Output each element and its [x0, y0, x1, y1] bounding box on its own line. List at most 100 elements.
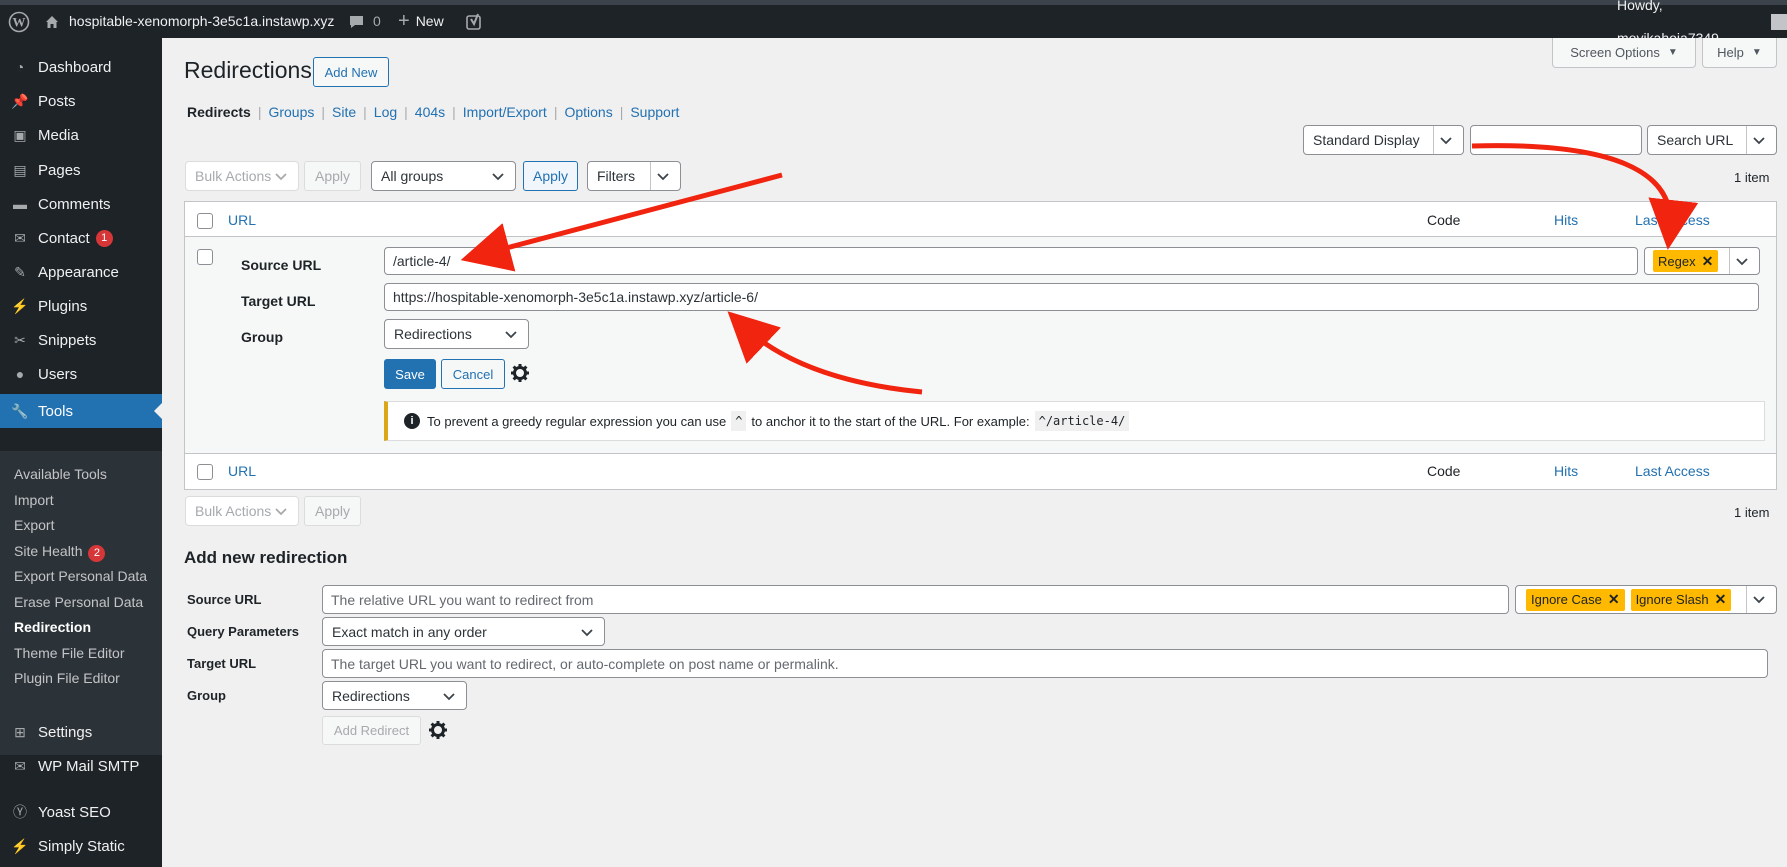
home-icon	[46, 15, 58, 28]
submenu-item-import[interactable]: Import	[14, 489, 54, 511]
bolt-icon: ⚡	[11, 837, 29, 854]
new-group-select[interactable]: Redirections	[322, 681, 467, 710]
sidebar-item-yoast-seo[interactable]: Ⓨ Yoast SEO	[0, 795, 162, 829]
notification-badge: 2	[88, 545, 106, 562]
select-all-checkbox[interactable]	[197, 213, 213, 229]
submenu-item-export[interactable]: Export	[14, 514, 54, 536]
bulk-actions-select-bottom[interactable]: Bulk Actions	[185, 496, 299, 526]
subnav-site[interactable]: Site	[332, 104, 356, 120]
subnav-support[interactable]: Support	[630, 104, 679, 120]
subnav-options[interactable]: Options	[564, 104, 612, 120]
save-button[interactable]: Save	[384, 359, 436, 389]
group-apply-button[interactable]: Apply	[523, 161, 578, 191]
sidebar-item-settings[interactable]: ⊞ Settings	[0, 715, 162, 749]
group-filter-select[interactable]: All groups	[371, 161, 516, 191]
column-url-footer[interactable]: URL	[228, 463, 256, 479]
column-hits-footer[interactable]: Hits	[1554, 463, 1578, 479]
submenu-item-export-personal-data[interactable]: Export Personal Data	[14, 565, 147, 587]
chevron-down-icon	[1736, 258, 1748, 266]
group-select[interactable]: Redirections	[384, 319, 529, 349]
subnav-redirects[interactable]: Redirects	[187, 104, 251, 120]
bulk-apply-button[interactable]: Apply	[304, 161, 361, 191]
subnav-import-export[interactable]: Import/Export	[463, 104, 547, 120]
column-last-access-footer[interactable]: Last Access	[1635, 463, 1710, 479]
subnav-separator: |	[257, 104, 262, 120]
sidebar-item-contact[interactable]: ✉ Contact 1	[0, 221, 162, 255]
search-url-button[interactable]: Search URL	[1647, 125, 1777, 155]
bulk-apply-button-bottom[interactable]: Apply	[304, 496, 361, 526]
notice-code-caret: ^	[731, 411, 747, 431]
screen-options-button[interactable]: Screen Options ▼	[1552, 38, 1696, 68]
sidebar-item-pages[interactable]: ▤ Pages	[0, 153, 162, 187]
ignore-slash-tag[interactable]: Ignore Slash ✕	[1630, 588, 1732, 611]
mail-smtp-icon: ✉	[14, 757, 26, 774]
yoast-adminbar-icon[interactable]	[465, 5, 483, 38]
source-url-input[interactable]: /article-4/	[384, 247, 1638, 275]
ignore-case-tag[interactable]: Ignore Case ✕	[1526, 588, 1625, 611]
help-label: Help	[1717, 45, 1744, 60]
caret-down-icon: ▼	[1751, 47, 1762, 58]
close-icon[interactable]: ✕	[1702, 253, 1714, 270]
column-url[interactable]: URL	[228, 212, 256, 228]
select-all-checkbox-footer[interactable]	[197, 464, 213, 480]
wordpress-logo-icon[interactable]: W	[8, 5, 30, 38]
subnav-log[interactable]: Log	[374, 104, 397, 120]
chevron-down-icon	[443, 693, 455, 701]
sidebar-item-appearance[interactable]: ✎ Appearance	[0, 255, 162, 289]
bulk-actions-select[interactable]: Bulk Actions	[185, 161, 299, 191]
filters-select[interactable]: Filters	[587, 161, 681, 191]
new-source-flags-select[interactable]: Ignore Case ✕ Ignore Slash ✕	[1515, 585, 1777, 614]
sidebar-item-label: Plugins	[38, 297, 88, 315]
new-content-link[interactable]: + New	[398, 5, 444, 38]
submenu-item-erase-personal-data[interactable]: Erase Personal Data	[14, 591, 143, 613]
table-footer: URL Code Hits Last Access	[185, 454, 1776, 489]
submenu-item-site-health[interactable]: Site Health 2	[14, 540, 106, 562]
add-new-button[interactable]: Add New	[313, 57, 389, 87]
cancel-button[interactable]: Cancel	[441, 359, 505, 389]
comments-link[interactable]: 0	[348, 5, 381, 38]
sidebar-item-plugins[interactable]: ⚡ Plugins	[0, 289, 162, 323]
sidebar-item-simply-static[interactable]: ⚡ Simply Static	[0, 829, 162, 863]
gear-icon[interactable]	[510, 363, 530, 387]
close-icon[interactable]: ✕	[1715, 591, 1727, 608]
close-icon[interactable]: ✕	[1608, 591, 1620, 608]
sidebar-item-label: Contact	[38, 229, 90, 247]
add-redirect-button[interactable]: Add Redirect	[322, 716, 421, 745]
sidebar-item-tools[interactable]: 🔧 Tools	[0, 394, 162, 428]
subnav-404s[interactable]: 404s	[415, 104, 445, 120]
row-checkbox[interactable]	[197, 249, 213, 265]
query-parameters-select[interactable]: Exact match in any order	[322, 617, 605, 646]
sidebar-item-snippets[interactable]: ✂ Snippets	[0, 323, 162, 357]
sidebar-item-users[interactable]: ● Users	[0, 357, 162, 391]
submenu-item-redirection[interactable]: Redirection	[14, 616, 91, 638]
submenu-item-available-tools[interactable]: Available Tools	[14, 463, 107, 485]
gear-icon[interactable]	[428, 720, 448, 744]
source-flags-select[interactable]: Regex ✕	[1644, 247, 1760, 275]
site-name-link[interactable]: hospitable-xenomorph-3e5c1a.instawp.xyz	[44, 5, 334, 38]
new-group-label: Group	[187, 688, 226, 703]
my-account-link[interactable]: Howdy, moyikahoja7349	[1617, 0, 1787, 46]
submenu-item-label: Plugin File Editor	[14, 670, 120, 686]
subnav-groups[interactable]: Groups	[268, 104, 314, 120]
chevron-down-icon	[657, 173, 669, 181]
sidebar-item-wp-mail-smtp[interactable]: ✉ WP Mail SMTP	[0, 749, 162, 783]
sidebar-item-posts[interactable]: 📌 Posts	[0, 84, 162, 118]
new-source-url-input[interactable]: The relative URL you want to redirect fr…	[322, 585, 1509, 614]
submenu-item-plugin-file-editor[interactable]: Plugin File Editor	[14, 667, 120, 689]
new-target-url-input[interactable]: The target URL you want to redirect, or …	[322, 649, 1768, 678]
sidebar-item-label: Dashboard	[38, 58, 112, 76]
submenu-item-theme-file-editor[interactable]: Theme File Editor	[14, 642, 124, 664]
display-select[interactable]: Standard Display	[1303, 125, 1464, 155]
sidebar-item-label: WP Mail SMTP	[38, 757, 140, 775]
sidebar-item-media[interactable]: ▣ Media	[0, 118, 162, 152]
target-url-input[interactable]: https://hospitable-xenomorph-3e5c1a.inst…	[384, 283, 1759, 311]
column-last-access[interactable]: Last Access	[1635, 212, 1710, 228]
regex-tag[interactable]: Regex ✕	[1653, 250, 1719, 272]
search-url-input[interactable]	[1470, 125, 1642, 155]
submenu-item-label: Theme File Editor	[14, 645, 125, 661]
column-hits[interactable]: Hits	[1554, 212, 1578, 228]
sidebar-item-dashboard[interactable]: ◔ Dashboard	[0, 50, 162, 84]
sidebar-item-comments[interactable]: ▬ Comments	[0, 187, 162, 221]
notice-text-2: to anchor it to the start of the URL. Fo…	[751, 413, 1030, 429]
help-button[interactable]: Help ▼	[1702, 38, 1777, 68]
